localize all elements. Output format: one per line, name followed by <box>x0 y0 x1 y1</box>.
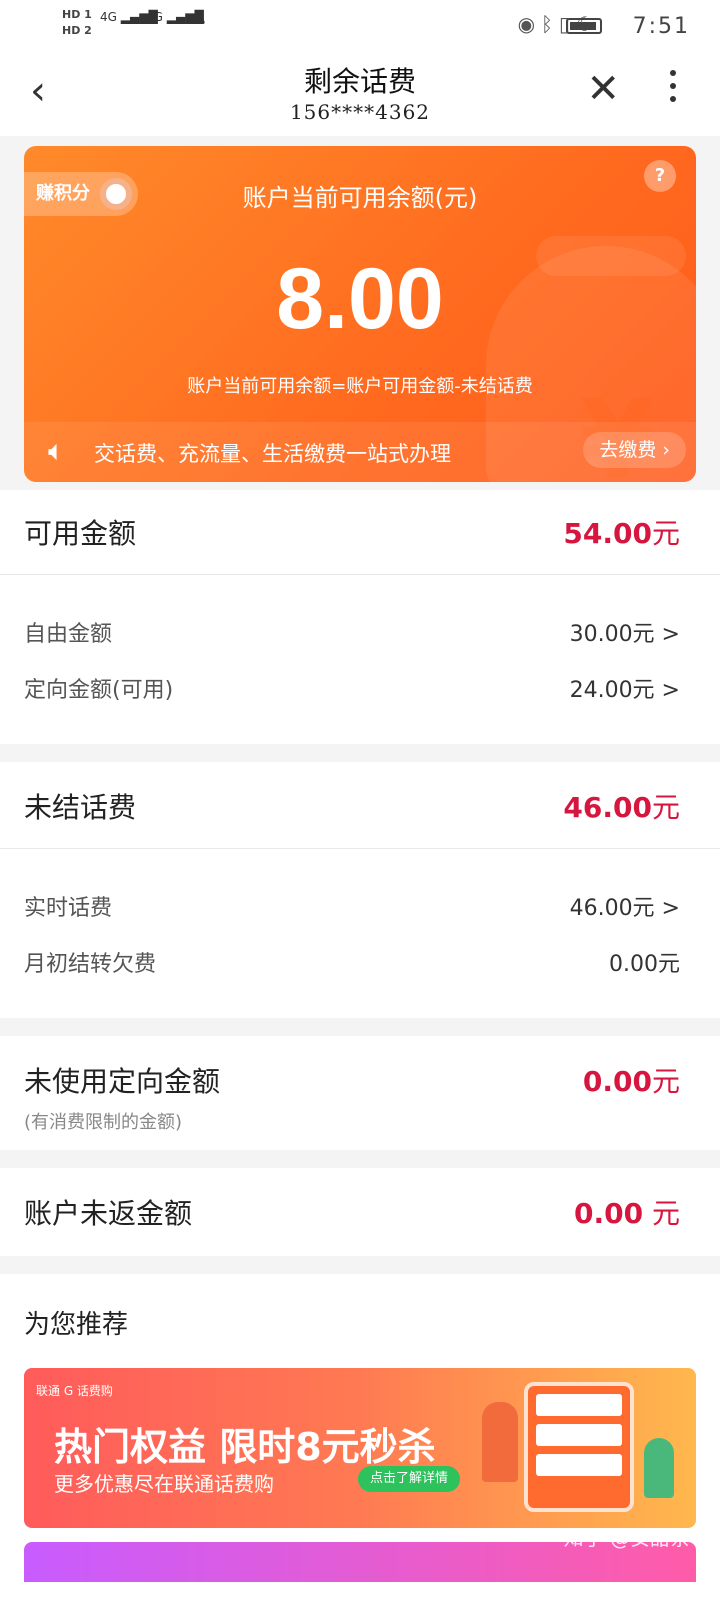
balance-formula: 账户当前可用余额=账户可用金额-未结话费 <box>187 376 533 397</box>
phone-illustration <box>524 1382 634 1512</box>
balance-label: 账户当前可用余额(元) <box>242 184 478 212</box>
bluetooth-icon: ᛒ <box>541 12 560 36</box>
pay-button[interactable]: 去缴费 › <box>583 432 686 468</box>
realtime-fee-label: 实时话费 <box>24 896 113 921</box>
carryover-arrears-label: 月初结转欠费 <box>24 952 157 977</box>
free-amount-value[interactable]: 30.00元 > <box>570 616 680 648</box>
clock: 7:51 <box>632 14 690 39</box>
recommend-title: 为您推荐 <box>24 1310 129 1340</box>
brand-logos: 联通 G 话费购 <box>36 1384 113 1398</box>
banner-details-button[interactable]: 点击了解详情 <box>358 1466 461 1492</box>
notice-text: 交话费、充流量、生活缴费一站式办理 <box>94 442 451 466</box>
unsettled-section: 未结话费 46.00元 实时话费 46.00元 > 月初结转欠费 0.00元 <box>0 762 720 1018</box>
unused-directed-note: (有消费限制的金额) <box>24 1112 183 1133</box>
unused-directed-label: 未使用定向金额 <box>24 1065 221 1098</box>
header: ‹ 剩余话费 156****4362 ✕ <box>0 56 720 136</box>
unused-directed-section: 未使用定向金额 (有消费限制的金额) 0.00元 <box>0 1036 720 1150</box>
divider <box>0 574 720 575</box>
banner-subtitle: 更多优惠尽在联通话费购 <box>54 1472 274 1496</box>
realtime-fee-value[interactable]: 46.00元 > <box>570 890 680 922</box>
balance-card: ¥ 赚积分 账户当前可用余额(元) ? 8.00 账户当前可用余额=账户可用金额… <box>24 146 696 482</box>
free-amount-label: 自由金额 <box>24 622 113 647</box>
more-icon[interactable] <box>670 70 676 109</box>
battery-icon <box>566 18 602 34</box>
unreturned-label: 账户未返金额 <box>24 1197 193 1230</box>
unreturned-section: 账户未返金额 0.00 元 <box>0 1168 720 1256</box>
eye-icon: ◉ <box>517 12 542 36</box>
unsettled-value: 46.00元 <box>563 791 680 824</box>
available-label: 可用金额 <box>24 517 137 550</box>
notice-bar: 🔈︎ 交话费、充流量、生活缴费一站式办理 去缴费 › <box>24 422 696 482</box>
available-value: 54.00元 <box>563 517 680 550</box>
promo-banner[interactable]: 联通 G 话费购 热门权益 限时8元秒杀 更多优惠尽在联通话费购 点击了解详情 <box>24 1368 696 1528</box>
plant-illustration <box>644 1438 674 1498</box>
hd2-badge: HD 2 <box>62 24 92 37</box>
recommend-section: 为您推荐 联通 G 话费购 热门权益 限时8元秒杀 更多优惠尽在联通话费购 点击… <box>0 1274 720 1600</box>
banner-title: 热门权益 限时8元秒杀 <box>54 1425 436 1469</box>
help-icon[interactable]: ? <box>644 160 676 192</box>
balance-amount: 8.00 <box>276 251 444 347</box>
close-icon[interactable]: ✕ <box>586 66 620 112</box>
directed-amount-value[interactable]: 24.00元 > <box>570 672 680 704</box>
unsettled-label: 未结话费 <box>24 791 137 824</box>
wifi-icon: ◠ <box>190 12 206 33</box>
unused-directed-value: 0.00元 <box>582 1065 680 1098</box>
unreturned-value: 0.00 元 <box>574 1197 680 1230</box>
person-illustration <box>482 1402 518 1482</box>
divider <box>0 848 720 849</box>
directed-amount-label: 定向金额(可用) <box>24 678 174 703</box>
sim-indicators: HD 1 HD 2 <box>62 6 92 38</box>
speaker-icon: 🔈︎ <box>48 434 65 467</box>
available-section: 可用金额 54.00元 自由金额 30.00元 > 定向金额(可用) 24.00… <box>0 490 720 744</box>
carryover-arrears-value: 0.00元 <box>609 952 680 977</box>
watermark: 知乎 @安甜茶 <box>563 1526 690 1550</box>
hd1-badge: HD 1 <box>62 8 92 21</box>
status-bar: HD 1 HD 2 4G ▂▄▆█ 4G ▂▄▆█ ◠ ◉ᛒ▯☾ 7:51 <box>0 0 720 56</box>
